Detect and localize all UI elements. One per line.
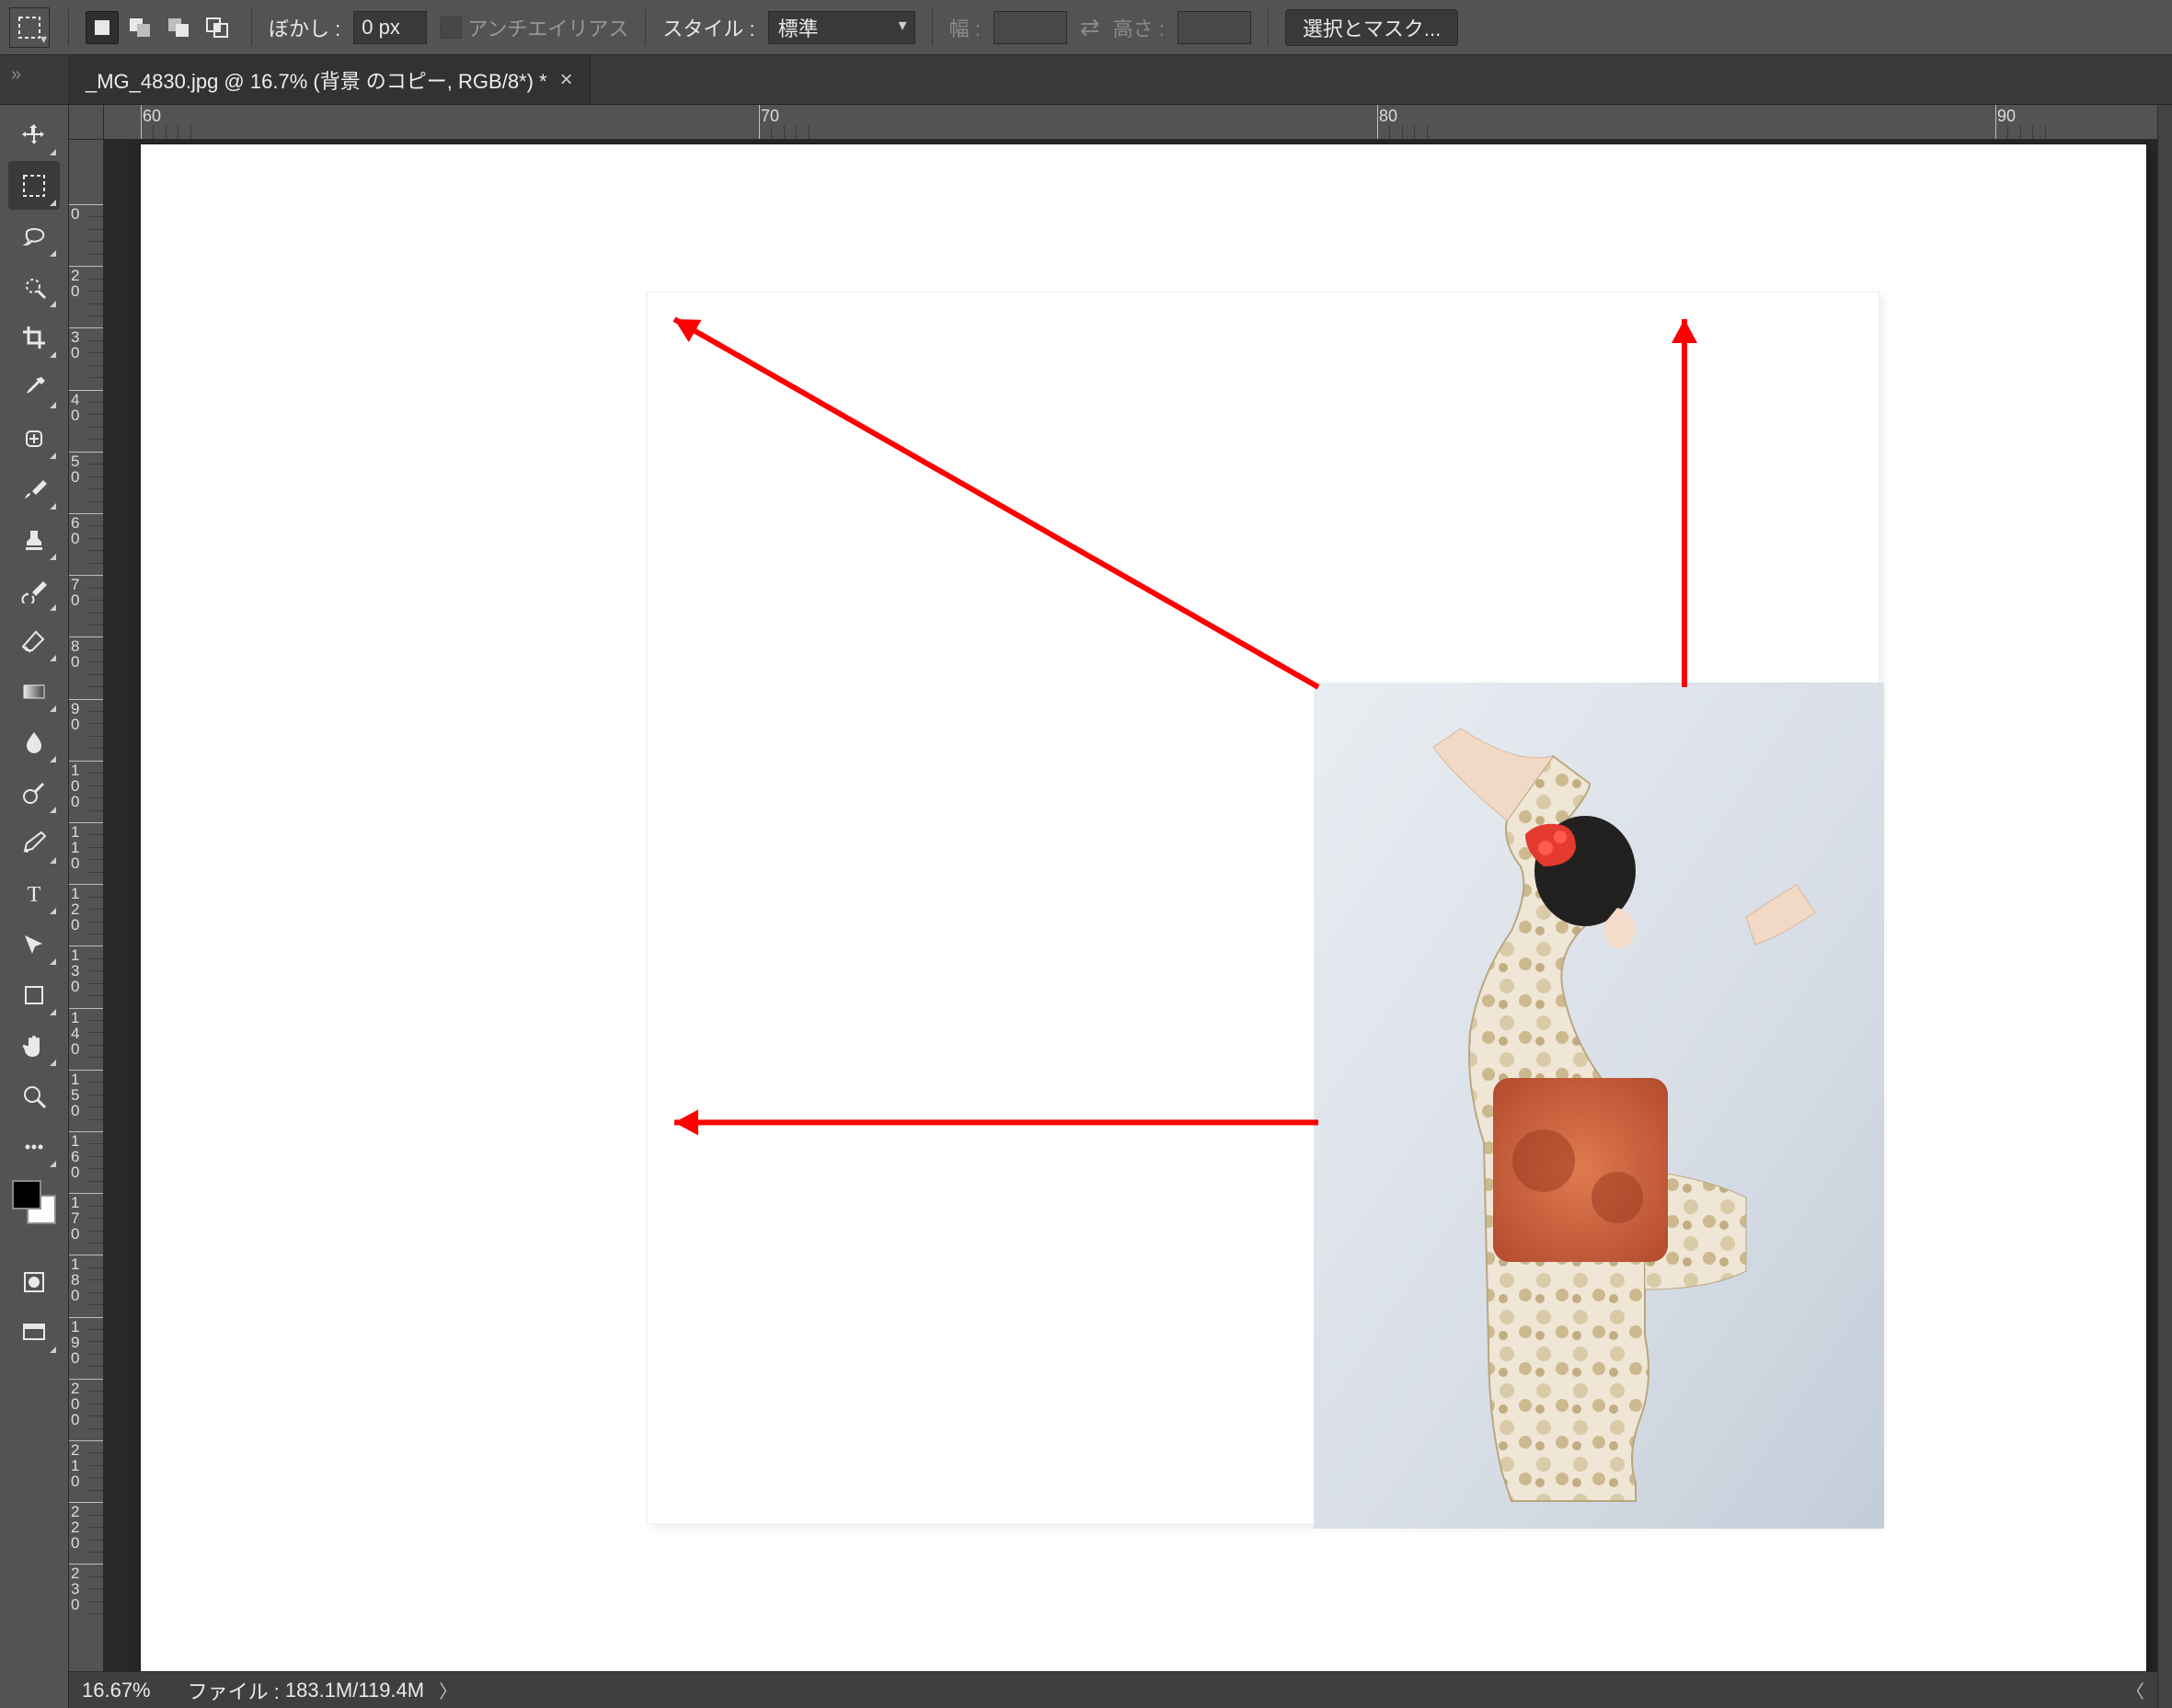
selection-intersect-icon <box>205 17 231 39</box>
brush-tool[interactable] <box>8 464 60 513</box>
current-tool-thumb[interactable]: ▾ <box>9 7 50 48</box>
selection-mode-group <box>86 11 235 44</box>
screen-mode-toggle[interactable] <box>8 1308 60 1357</box>
document-tab-bar: _MG_4830.jpg @ 16.7% (背景 のコピー, RGB/8*) *… <box>0 55 2172 105</box>
options-bar: ▾ <box>0 0 2172 55</box>
hand-tool[interactable] <box>8 1021 60 1070</box>
style-value: 標準 <box>778 13 819 42</box>
eraser-tool[interactable] <box>8 616 60 665</box>
foreground-color-swatch[interactable] <box>12 1180 41 1209</box>
blur-tool[interactable] <box>8 717 60 766</box>
document-tab[interactable]: _MG_4830.jpg @ 16.7% (背景 のコピー, RGB/8*) *… <box>69 55 591 104</box>
chevron-down-icon: ▾ <box>40 31 47 47</box>
crop-tool[interactable] <box>8 313 60 361</box>
canvas[interactable] <box>104 140 2157 1671</box>
status-zoom[interactable]: 16.67% <box>82 1679 151 1702</box>
kimono-photo-placeholder <box>1314 682 1884 1529</box>
selection-subtract[interactable] <box>163 11 196 44</box>
marquee-icon <box>17 15 42 40</box>
separator <box>251 9 252 46</box>
antialias-label: アンチエイリアス <box>467 13 628 42</box>
gradient-tool[interactable] <box>8 667 60 716</box>
selection-intersect[interactable] <box>201 11 235 44</box>
rectangular-marquee-tool[interactable] <box>8 161 60 210</box>
history-brush-tool[interactable] <box>8 566 60 614</box>
antialias-checkbox[interactable] <box>440 17 462 39</box>
dodge-tool[interactable] <box>8 768 60 817</box>
selection-new-icon <box>91 17 113 39</box>
artboard <box>141 144 2146 1671</box>
rectangle-shape-tool[interactable] <box>8 970 60 1019</box>
ruler-vertical[interactable]: 02 03 04 05 06 07 08 09 01 0 01 1 01 2 0… <box>69 140 104 1671</box>
tool-strip: T <box>0 105 69 1708</box>
select-and-mask-button[interactable]: 選択とマスク... <box>1285 9 1458 46</box>
ruler-horizontal[interactable]: 6070809010011012013014015016017018019020… <box>104 105 2157 140</box>
swap-width-height-icon[interactable]: ⇄ <box>1080 13 1100 41</box>
app-root: ▾ <box>0 0 2172 1708</box>
feather-input[interactable] <box>353 11 427 44</box>
status-bar: 16.67% ファイル : 183.1M/119.4M 〉 〈 <box>69 1671 2157 1708</box>
selection-add-icon <box>128 17 154 39</box>
selection-add[interactable] <box>124 11 157 44</box>
move-tool[interactable] <box>8 110 60 159</box>
style-label: スタイル : <box>662 13 754 42</box>
separator <box>932 9 933 46</box>
panel-dock-edge[interactable] <box>2157 105 2172 1708</box>
separator <box>645 9 646 46</box>
selection-subtract-icon <box>167 17 192 39</box>
status-file-size[interactable]: ファイル : 183.1M/119.4M 〉 <box>188 1676 457 1705</box>
eyedropper-tool[interactable] <box>8 363 60 412</box>
antialias-option[interactable]: アンチエイリアス <box>440 13 628 42</box>
color-swatches[interactable] <box>8 1176 60 1228</box>
style-select[interactable]: 標準 <box>768 11 915 44</box>
chevron-left-icon[interactable]: 〈 <box>2126 1677 2144 1703</box>
photo-layer <box>1314 682 1884 1529</box>
quick-mask-toggle[interactable] <box>8 1257 60 1306</box>
path-selection-tool[interactable] <box>8 920 60 969</box>
close-icon[interactable]: × <box>560 69 573 91</box>
separator <box>1268 9 1269 46</box>
stage: 6070809010011012013014015016017018019020… <box>69 105 2157 1708</box>
document-tab-title: _MG_4830.jpg @ 16.7% (背景 のコピー, RGB/8*) * <box>86 65 547 95</box>
spot-healing-brush-tool[interactable] <box>8 414 60 463</box>
zoom-tool[interactable] <box>8 1072 60 1120</box>
lasso-tool[interactable] <box>8 212 60 260</box>
pen-tool[interactable] <box>8 819 60 867</box>
svg-text:T: T <box>28 883 41 907</box>
width-input <box>994 11 1067 44</box>
work-area: T 60708090100110120130140150160170180190… <box>0 105 2172 1708</box>
selection-new[interactable] <box>86 11 119 44</box>
quick-selection-tool[interactable] <box>8 262 60 311</box>
height-input <box>1178 11 1251 44</box>
chevron-right-icon: 〉 <box>439 1677 457 1703</box>
edit-toolbar[interactable] <box>8 1122 60 1171</box>
ruler-origin[interactable] <box>69 105 104 140</box>
clone-stamp-tool[interactable] <box>8 515 60 564</box>
width-label: 幅 : <box>949 13 981 42</box>
height-label: 高さ : <box>1113 13 1165 42</box>
feather-label: ぼかし : <box>269 13 340 42</box>
type-tool[interactable]: T <box>8 869 60 918</box>
separator <box>68 9 69 46</box>
tab-well-handle[interactable] <box>0 55 69 104</box>
